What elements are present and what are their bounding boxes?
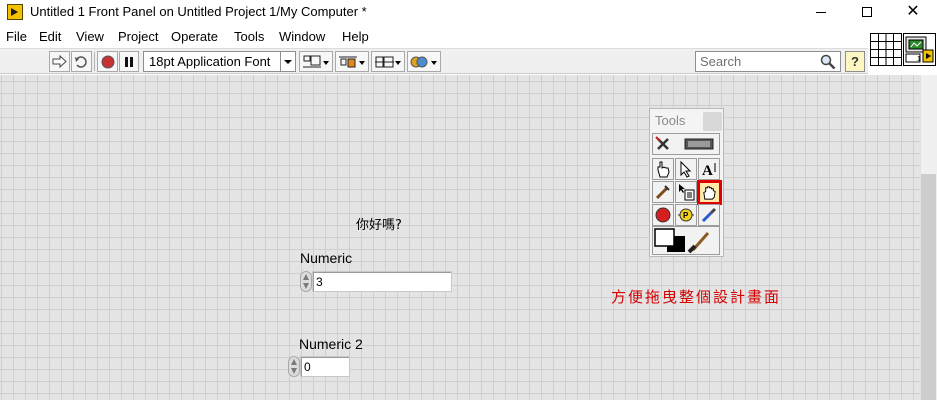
context-help-button[interactable]: ? — [845, 51, 865, 72]
menu-help[interactable]: Help — [342, 29, 369, 44]
search-icon[interactable] — [820, 54, 836, 70]
abort-icon — [101, 55, 114, 68]
operate-value-tool[interactable] — [652, 158, 674, 180]
front-panel-canvas[interactable] — [0, 75, 920, 400]
menu-tools[interactable]: Tools — [234, 29, 264, 44]
maximize-icon — [862, 7, 872, 17]
free-label[interactable]: 你好嗎? — [356, 214, 402, 233]
font-selector-value: 18pt Application Font — [149, 54, 271, 69]
resize-objects-button[interactable] — [371, 51, 405, 72]
close-button[interactable]: ✕ — [890, 0, 936, 24]
menu-bar: File Edit View Project Operate Tools Win… — [0, 26, 860, 46]
pause-button[interactable] — [119, 51, 139, 72]
finger-pointer-icon — [657, 161, 670, 178]
annotation-note: 方便拖曳整個設計畫面 — [611, 288, 782, 306]
set-breakpoint-tool[interactable] — [652, 204, 674, 226]
get-color-tool[interactable] — [698, 204, 720, 226]
abort-button[interactable] — [97, 51, 118, 72]
align-objects-icon — [303, 55, 329, 67]
wire-spool-icon — [655, 185, 670, 200]
numeric-2-control[interactable]: 0 — [288, 356, 350, 377]
connector-pane[interactable] — [870, 33, 902, 66]
eyedropper-icon — [701, 207, 717, 223]
numeric-control[interactable]: 3 — [300, 271, 452, 292]
set-color-tool[interactable] — [652, 226, 720, 255]
breakpoint-icon — [655, 207, 671, 223]
menu-operate[interactable]: Operate — [171, 29, 218, 44]
text-settings-dropdown[interactable]: 18pt Application Font — [143, 51, 296, 72]
numeric-value-field[interactable]: 3 — [312, 271, 452, 292]
menu-edit[interactable]: Edit — [39, 29, 61, 44]
distribute-objects-button[interactable] — [335, 51, 369, 72]
resize-objects-icon — [375, 56, 401, 67]
run-continuously-button[interactable] — [71, 51, 92, 72]
increment-decrement-arrows[interactable] — [300, 271, 312, 292]
automatic-tool-selection-button[interactable] — [652, 133, 720, 155]
window-title: Untitled 1 Front Panel on Untitled Proje… — [30, 4, 367, 19]
pause-icon — [125, 56, 133, 67]
run-button[interactable] — [49, 51, 70, 72]
search-field[interactable] — [695, 51, 841, 72]
color-copy-icon — [654, 228, 710, 254]
toolbar-separator — [94, 52, 95, 71]
run-arrow-icon — [52, 55, 67, 68]
align-objects-button[interactable] — [299, 51, 333, 72]
minimize-icon — [816, 11, 826, 13]
search-input[interactable] — [700, 53, 812, 70]
arrow-cursor-icon — [680, 160, 692, 178]
svg-text:A: A — [702, 163, 713, 178]
automatic-tool-icon — [655, 136, 714, 150]
svg-text:P: P — [683, 211, 689, 220]
object-shortcut-menu-tool[interactable] — [675, 181, 697, 203]
numeric-2-value-field[interactable]: 0 — [300, 356, 350, 377]
reorder-icon — [410, 56, 437, 67]
text-cursor-icon: A — [702, 163, 716, 178]
connector-pane-icon — [871, 34, 901, 65]
menu-file[interactable]: File — [6, 29, 27, 44]
labview-vi-icon: 1 — [905, 36, 934, 63]
connect-wire-tool[interactable] — [652, 181, 674, 203]
increment-decrement-arrows[interactable] — [288, 356, 300, 377]
menu-window[interactable]: Window — [279, 29, 325, 44]
scroll-window-tool[interactable] — [697, 180, 722, 205]
scrollbar-thumb[interactable] — [921, 174, 936, 400]
numeric-control-label[interactable]: Numeric — [300, 250, 352, 266]
tools-palette: Tools A P — [649, 108, 724, 257]
run-continuously-icon — [75, 55, 87, 68]
menu-project[interactable]: Project — [118, 29, 158, 44]
maximize-button[interactable] — [844, 0, 890, 24]
grab-hand-icon — [703, 186, 716, 200]
chevron-down-icon — [280, 52, 295, 71]
svg-text:1: 1 — [917, 56, 921, 63]
toolbar: 18pt Application Font ? — [0, 48, 868, 74]
probe-icon: P — [678, 208, 694, 222]
tools-palette-title: Tools — [655, 113, 686, 128]
edit-text-tool[interactable]: A — [698, 158, 720, 180]
probe-data-tool[interactable]: P — [675, 204, 697, 226]
tools-palette-close-button[interactable] — [703, 112, 722, 131]
labview-app-icon — [7, 4, 23, 20]
distribute-objects-icon — [339, 56, 365, 67]
shortcut-menu-icon — [679, 184, 695, 201]
title-bar: Untitled 1 Front Panel on Untitled Proje… — [0, 0, 937, 24]
close-icon: ✕ — [906, 3, 920, 20]
menu-view[interactable]: View — [76, 29, 104, 44]
position-select-tool[interactable] — [675, 158, 697, 180]
vi-icon[interactable]: 1 — [903, 33, 936, 66]
reorder-button[interactable] — [407, 51, 441, 72]
minimize-button[interactable] — [798, 0, 844, 24]
numeric-2-control-label[interactable]: Numeric 2 — [299, 336, 363, 352]
